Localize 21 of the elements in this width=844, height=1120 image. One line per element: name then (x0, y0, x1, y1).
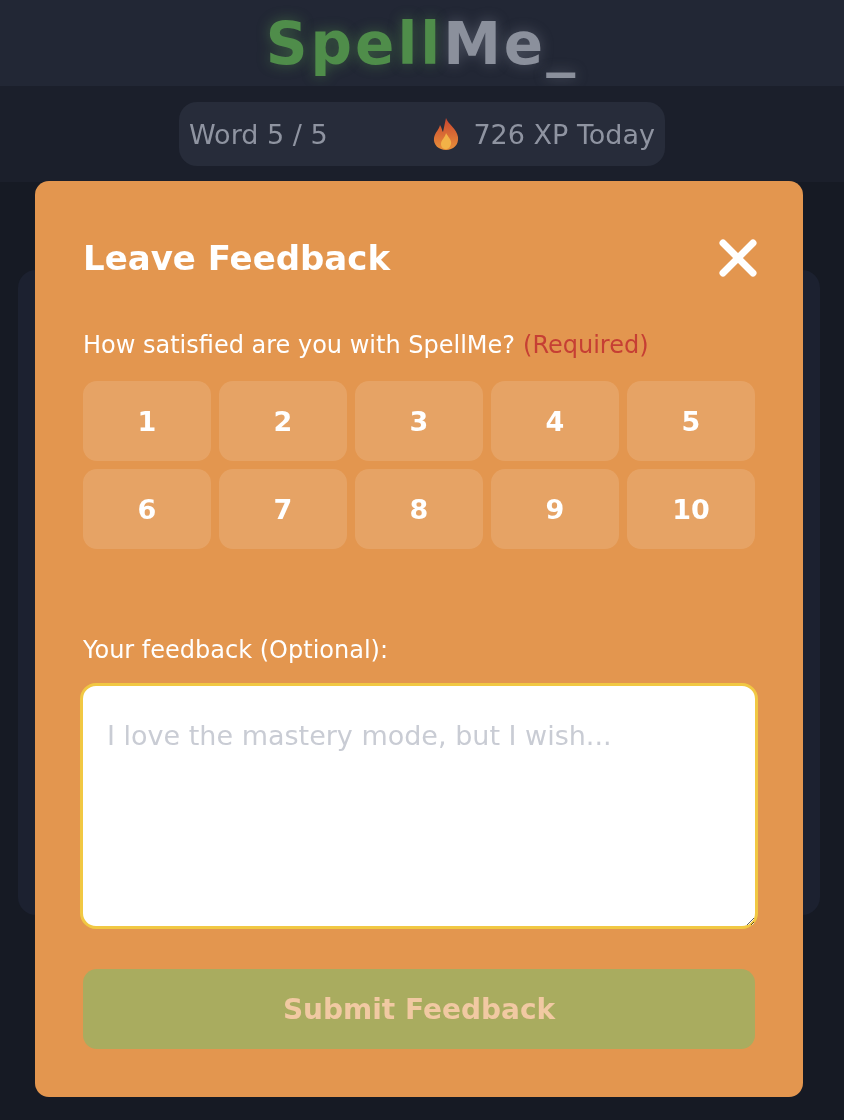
rating-option[interactable]: 6 (83, 469, 211, 549)
rating-option[interactable]: 2 (219, 381, 347, 461)
logo-second-part: Me_ (443, 9, 579, 79)
rating-option[interactable]: 10 (627, 469, 755, 549)
feedback-label: Your feedback (Optional): (83, 635, 390, 666)
logo-first-part: Spell (265, 9, 444, 79)
flame-icon (433, 118, 460, 150)
rating-option[interactable]: 7 (219, 469, 347, 549)
rating-question: How satisfied are you with SpellMe? (83, 330, 516, 361)
rating-option[interactable]: 3 (355, 381, 483, 461)
rating-option[interactable]: 9 (491, 469, 619, 549)
rating-option[interactable]: 8 (355, 469, 483, 549)
dialog-title: Leave Feedback (83, 238, 391, 278)
word-counter: Word 5 / 5 (189, 118, 328, 150)
rating-option[interactable]: 4 (491, 381, 619, 461)
rating-option[interactable]: 1 (83, 381, 211, 461)
close-button[interactable] (717, 237, 759, 279)
close-icon (718, 238, 758, 278)
rating-option[interactable]: 5 (627, 381, 755, 461)
required-note: (Required) (523, 330, 649, 361)
xp-counter: 726 XP Today (473, 118, 655, 150)
